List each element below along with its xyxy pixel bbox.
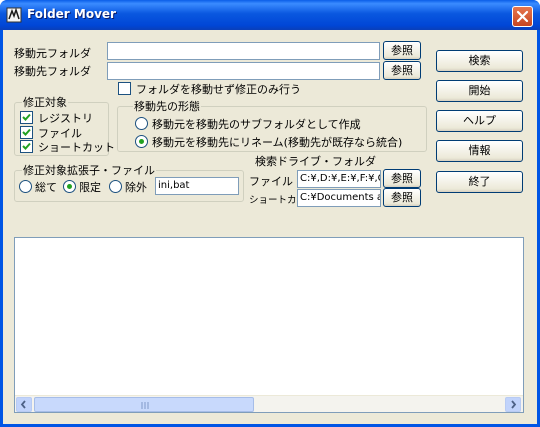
ext-input[interactable]: ini,bat (155, 177, 239, 195)
app-window: Folder Mover 移動元フォルダ 参照 移動先フォルダ 参照 フォルダを… (0, 0, 540, 427)
arrow-right-icon (511, 400, 517, 409)
file-checkbox[interactable] (20, 126, 33, 139)
window-title: Folder Mover (27, 7, 116, 21)
radio-all[interactable] (19, 180, 32, 193)
start-button[interactable]: 開始 (436, 80, 523, 102)
dest-browse-button[interactable]: 参照 (383, 61, 421, 80)
dest-folder-input[interactable] (107, 62, 380, 80)
info-button[interactable]: 情報 (436, 140, 523, 162)
scroll-thumb[interactable] (34, 397, 254, 412)
search-button[interactable]: 検索 (436, 50, 523, 72)
radio-rename-label: 移動元を移動先にリネーム(移動先が既存なら統合) (152, 136, 403, 149)
radio-rename[interactable] (135, 135, 148, 148)
radio-limited-label: 限定 (79, 181, 101, 194)
radio-all-label: 総て (35, 181, 57, 194)
title-bar[interactable]: Folder Mover (0, 0, 540, 30)
form-group-title: 移動先の形態 (133, 98, 201, 114)
radio-limited[interactable] (63, 180, 76, 193)
radio-subfolder[interactable] (135, 117, 148, 130)
scroll-left-button[interactable] (16, 397, 32, 412)
search-title: 検索ドライブ・フォルダ (255, 155, 376, 168)
radio-exclude-label: 除外 (125, 181, 147, 194)
client-area: 移動元フォルダ 参照 移動先フォルダ 参照 フォルダを移動せず修正のみ行う 修正… (3, 30, 537, 424)
scroll-right-button[interactable] (505, 397, 521, 412)
check-icon (22, 128, 31, 136)
exit-button[interactable]: 終了 (436, 171, 523, 193)
search-file-label: ファイル (249, 175, 293, 188)
log-listbox[interactable] (14, 237, 524, 413)
app-icon (6, 7, 22, 23)
fix-only-label: フォルダを移動せず修正のみ行う (136, 83, 301, 96)
close-icon (516, 10, 529, 23)
check-icon (22, 142, 31, 150)
shortcut-label: ショートカット (38, 141, 115, 154)
horizontal-scrollbar[interactable] (15, 395, 523, 412)
search-file-browse-button[interactable]: 参照 (383, 169, 421, 188)
search-shortcut-input[interactable]: C:¥Documents a (297, 189, 381, 207)
grip-icon (141, 402, 149, 409)
help-button[interactable]: ヘルプ (436, 110, 523, 132)
source-browse-button[interactable]: 参照 (383, 41, 421, 60)
registry-label: レジストリ (38, 112, 93, 125)
radio-exclude[interactable] (109, 180, 122, 193)
close-button[interactable] (512, 6, 533, 27)
radio-subfolder-label: 移動元を移動先のサブフォルダとして作成 (152, 118, 361, 131)
arrow-left-icon (20, 400, 26, 409)
source-folder-label: 移動元フォルダ (14, 47, 91, 60)
search-file-input[interactable]: C:¥,D:¥,E:¥,F:¥,G (297, 170, 381, 188)
source-folder-input[interactable] (107, 42, 380, 60)
registry-checkbox[interactable] (20, 111, 33, 124)
ext-group-title: 修正対象拡張子・ファイル (22, 162, 156, 178)
shortcut-checkbox[interactable] (20, 140, 33, 153)
check-icon (22, 113, 31, 121)
fix-only-checkbox[interactable] (118, 82, 131, 95)
search-shortcut-browse-button[interactable]: 参照 (383, 188, 421, 207)
targets-group-title: 修正対象 (22, 94, 68, 110)
dest-folder-label: 移動先フォルダ (14, 65, 91, 78)
